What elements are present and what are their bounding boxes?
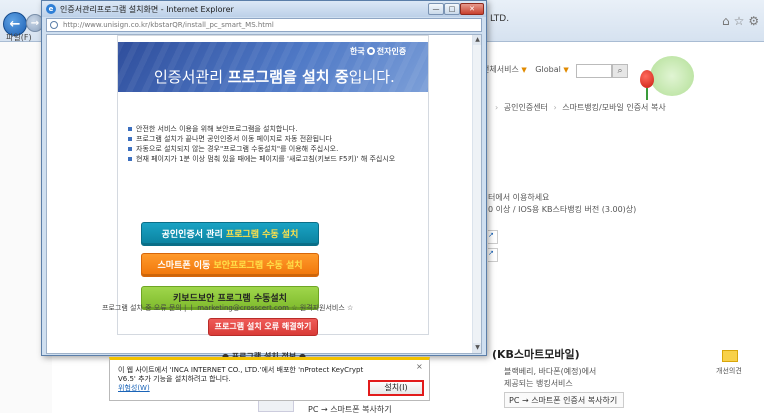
external-link-icon[interactable]: ↗ xyxy=(488,230,498,244)
minimize-icon: — xyxy=(432,5,440,13)
banner-title-bold: 프로그램을 설치 중 xyxy=(227,68,349,86)
breadcrumb-item[interactable]: 공인인증센터 xyxy=(504,103,548,112)
button-label-highlight: 프로그램 수동 설치 xyxy=(225,230,299,240)
breadcrumb: › 공인인증센터 › 스마트뱅킹/모바일 인증서 복사 xyxy=(492,102,666,113)
crosscert-logo: 한국 전자인증 xyxy=(350,46,406,57)
background-desc-line: 블랙베리, 바다폰(예정)에서 xyxy=(504,367,597,376)
address-url[interactable]: http://www.unisign.co.kr/kbstarQR/instal… xyxy=(63,21,274,29)
cert-manager-install-button[interactable]: 공인인증서 관리 프로그램 수동 설치 xyxy=(141,222,319,246)
copy-to-smartphone-button[interactable]: PC → 스마트폰 인증서 복사하기 xyxy=(504,392,624,408)
addon-notification-bar: 이 웹 사이트에서 'INCA INTERNET CO., LTD.'에서 배포… xyxy=(109,357,430,401)
decorative-leaf xyxy=(650,56,694,96)
close-icon: ✕ xyxy=(469,5,475,13)
notice-item: 자동으로 설치되지 않는 경우"프로그램 수동설치"를 이용해 주십시오. xyxy=(128,144,428,154)
install-banner: 한국 전자인증 인증서관리 프로그램을 설치 중입니다. xyxy=(118,42,428,92)
banner-title-post: 입니다. xyxy=(348,68,395,86)
banner-title-pre: 인증서관리 xyxy=(154,68,228,86)
background-desc-line: 제공되는 뱅킹서비스 xyxy=(504,379,573,388)
background-section-heading: (KB스마트모바일) xyxy=(492,348,580,361)
notice-item: 프로그램 설치가 끝나면 공인인증서 이동 페이지로 자동 전환됩니다 xyxy=(128,134,428,144)
notice-list: 안전한 서비스 이용을 위해 보안프로그램을 설치합니다. 프로그램 설치가 끝… xyxy=(128,124,428,164)
breadcrumb-separator: › xyxy=(553,103,557,112)
gear-icon[interactable]: ⚙ xyxy=(748,14,763,28)
risk-link[interactable]: 위험성(W) xyxy=(118,384,150,392)
vertical-scrollbar[interactable]: ▲ ▼ xyxy=(472,35,481,353)
banner-title: 인증서관리 프로그램을 설치 중입니다. xyxy=(154,66,395,87)
balloon-icon xyxy=(640,70,654,88)
background-search-input[interactable] xyxy=(576,64,612,78)
browser-tool-icons: ⌂☆⚙ xyxy=(722,14,763,28)
breadcrumb-separator: › xyxy=(495,103,499,112)
nav-global[interactable]: Global xyxy=(535,65,561,74)
install-addon-button[interactable]: 설치(I) xyxy=(368,380,424,396)
page-icon xyxy=(50,21,58,29)
maximize-button[interactable]: □ xyxy=(444,3,460,15)
maximize-icon: □ xyxy=(448,5,456,13)
close-button[interactable]: ✕ xyxy=(460,3,484,15)
popup-titlebar[interactable]: e 인증서관리프로그램 설치화면 - Internet Explorer — □… xyxy=(42,1,486,17)
caret-down-icon: ▼ xyxy=(563,66,569,74)
support-contact-line: 프로그램 설치 중 오류 문의 | ㅣ marketing@crosscert.… xyxy=(102,304,354,312)
favorites-icon[interactable]: ☆ xyxy=(734,14,749,28)
background-tab-text: LTD. xyxy=(490,14,510,24)
notice-item: 안전한 서비스 이용을 위해 보안프로그램을 설치합니다. xyxy=(128,124,428,134)
resolve-install-error-button[interactable]: 프로그램 설치 오류 해결하기 xyxy=(208,318,318,336)
back-arrow-icon: ← xyxy=(9,16,21,32)
background-list-text: 터에서 이용하세요 xyxy=(488,193,550,202)
search-icon[interactable]: ⌕ xyxy=(612,64,628,78)
scroll-up-icon[interactable]: ▲ xyxy=(473,35,481,45)
scroll-down-icon[interactable]: ▼ xyxy=(473,343,481,353)
caret-down-icon: ▼ xyxy=(521,66,527,74)
background-bottom-link[interactable]: PC → 스마트폰 복사하기 xyxy=(308,404,392,413)
logo-text-right: 전자인증 xyxy=(376,47,407,56)
logo-mark-icon xyxy=(366,47,375,55)
notification-text: 이 웹 사이트에서 'INCA INTERNET CO., LTD.'에서 배포… xyxy=(118,366,368,393)
minimize-button[interactable]: — xyxy=(428,3,444,15)
forward-arrow-icon: → xyxy=(30,17,40,29)
notice-item: 현재 페이지가 1분 이상 멈춰 있을 때에는 페이지를 '새로고침(키보드 F… xyxy=(128,154,428,164)
background-top-nav: 전체서비스 ▼ Global ▼ xyxy=(482,64,569,75)
button-label: 공인인증서 관리 xyxy=(161,230,226,240)
button-label: 스마트폰 이동 xyxy=(157,261,214,271)
ie-icon: e xyxy=(46,4,56,14)
smartphone-security-install-button[interactable]: 스마트폰 이동 보안프로그램 수동 설치 xyxy=(141,253,319,277)
notification-message: 이 웹 사이트에서 'INCA INTERNET CO., LTD.'에서 배포… xyxy=(118,366,364,383)
address-bar[interactable]: http://www.unisign.co.kr/kbstarQR/instal… xyxy=(46,18,482,32)
button-label-highlight: 보안프로그램 수동 설치 xyxy=(213,261,303,271)
balloon-stem xyxy=(646,88,648,100)
popup-title: 인증서관리프로그램 설치화면 - Internet Explorer xyxy=(60,5,234,14)
mail-icon[interactable] xyxy=(722,350,738,362)
opinion-label[interactable]: 개선의견 xyxy=(716,366,742,376)
nav-all-services[interactable]: 전체서비스 xyxy=(482,65,519,74)
install-popup-window: e 인증서관리프로그램 설치화면 - Internet Explorer — □… xyxy=(41,0,487,356)
external-link-icon[interactable]: ↗ xyxy=(488,248,498,262)
close-icon[interactable]: × xyxy=(416,362,423,371)
menu-file[interactable]: 파일(F) xyxy=(6,33,32,42)
breadcrumb-item: 스마트뱅킹/모바일 인증서 복사 xyxy=(562,103,666,112)
home-icon[interactable]: ⌂ xyxy=(722,14,734,28)
logo-text-left: 한국 xyxy=(350,47,365,56)
background-version-text: 0 이상 / IOS용 KB스타뱅킹 버전 (3.00)상) xyxy=(488,205,637,214)
